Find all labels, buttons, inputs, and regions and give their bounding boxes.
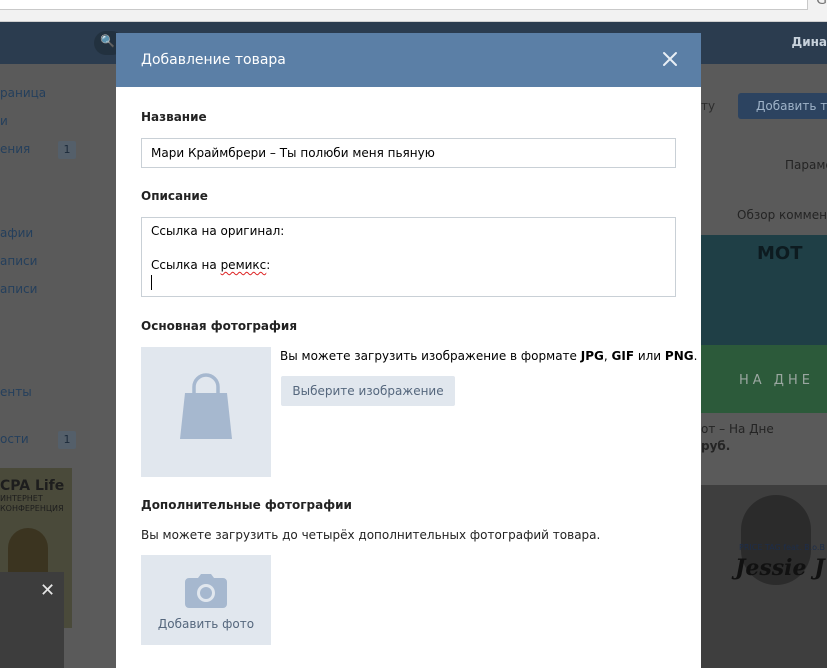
market-items-column: ту Добавить то Парамет Обзор коммент МОТ… — [701, 64, 827, 668]
description-line: Ссылка на ремикс: — [151, 258, 271, 272]
close-icon[interactable] — [660, 49, 680, 69]
close-icon[interactable]: ✕ — [40, 580, 55, 601]
album-cover-jessie[interactable]: PRICE TAG feat. B.o.B Jessie J — [701, 485, 827, 668]
sidebar-item[interactable]: и — [0, 114, 8, 128]
item-title[interactable]: от – На Дне — [701, 422, 774, 436]
description-label: Описание — [141, 189, 208, 203]
sidebar-badge: 1 — [58, 141, 76, 159]
choose-image-button[interactable]: Выберите изображение — [281, 376, 455, 406]
sidebar-item[interactable]: аписи — [0, 254, 37, 268]
add-photo-button[interactable]: Добавить фото — [141, 555, 271, 645]
sidebar-item[interactable]: афии — [0, 226, 33, 240]
text-caret-line — [151, 274, 666, 291]
sidebar-item[interactable]: раница — [0, 86, 46, 100]
album-small-text: PRICE TAG feat. B.o.B — [739, 543, 825, 552]
main-photo-label: Основная фотография — [141, 319, 298, 333]
browser-address-bar[interactable] — [0, 0, 808, 10]
add-product-dialog: Добавление товара Название Описание Ссыл… — [116, 33, 701, 668]
misspelled-word: ремикс — [220, 258, 267, 272]
add-item-button[interactable]: Добавить то — [738, 93, 827, 119]
extra-photos-hint: Вы можете загрузить до четырёх дополните… — [141, 528, 601, 542]
album-caption: НА ДНЕ — [739, 373, 814, 388]
shopping-bag-icon — [180, 373, 232, 439]
reviews-link[interactable]: Обзор коммент — [737, 208, 827, 222]
button-fragment: ту — [701, 99, 716, 113]
item-price: руб. — [701, 439, 731, 453]
content-left-edge — [90, 80, 116, 668]
browser-toolbar: G — [0, 0, 827, 22]
name-label: Название — [141, 110, 207, 124]
sidebar-badge: 1 — [58, 431, 76, 449]
description-line: Ссылка на оригинал: — [151, 224, 285, 238]
search-icon: 🔍 — [100, 34, 115, 48]
name-input[interactable] — [141, 138, 676, 168]
add-photo-label: Добавить фото — [157, 617, 255, 631]
sidebar-item[interactable]: ости — [0, 432, 29, 446]
browser-corner-glyph: G — [816, 0, 827, 8]
sidebar-item[interactable]: ения — [0, 142, 30, 156]
dialog-title: Добавление товара — [141, 52, 286, 68]
text-caret — [151, 275, 152, 290]
sidebar-item[interactable]: аписи — [0, 282, 37, 296]
description-blank-line — [151, 240, 666, 257]
extra-photos-label: Дополнительные фотографии — [141, 498, 352, 512]
params-link[interactable]: Парамет — [785, 158, 827, 172]
upload-hint: Вы можете загрузить изображение в формат… — [280, 349, 698, 363]
dialog-header: Добавление товара — [116, 33, 701, 87]
main-photo-placeholder[interactable] — [141, 347, 271, 477]
description-textarea[interactable]: Ссылка на оригинал: Ссылка на ремикс: — [141, 217, 676, 297]
ad-subtitle: ИНТЕРНЕТ КОНФЕРЕНЦИЯ — [0, 494, 64, 513]
camera-icon — [185, 574, 227, 608]
album-logo: Jessie J — [735, 555, 825, 581]
notification-toast: ✕ — [0, 572, 64, 668]
sidebar-item[interactable]: енты — [0, 385, 32, 399]
album-cover-mot[interactable]: МОТ НА ДНЕ — [701, 235, 827, 413]
header-username[interactable]: Дина — [792, 35, 827, 49]
album-logo: МОТ — [757, 243, 803, 264]
ad-title: CPA Life — [0, 478, 65, 494]
